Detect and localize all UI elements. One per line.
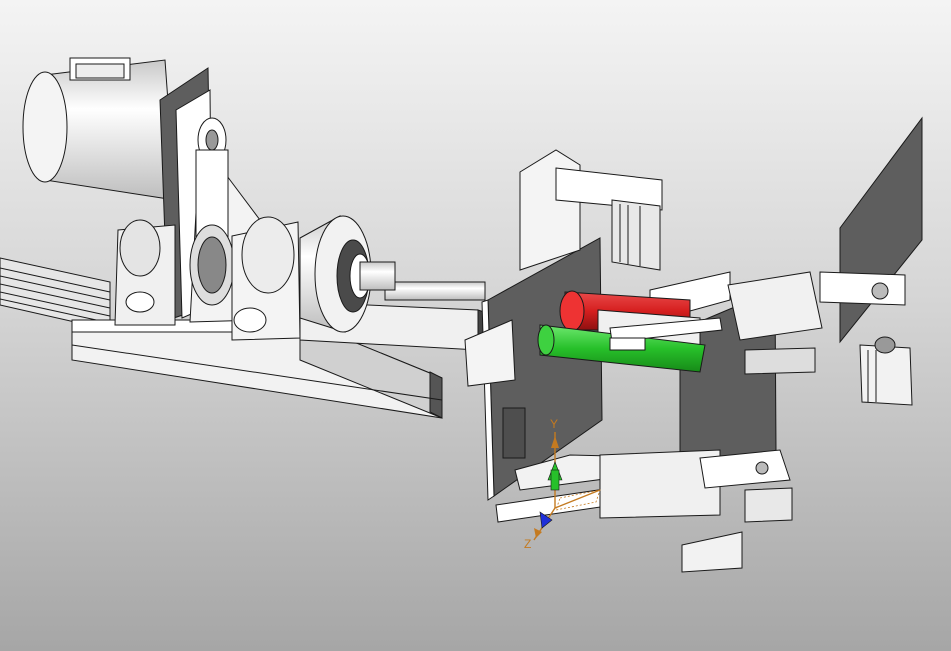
electric-motor[interactable] [22,57,176,201]
axis-label-y: Y [550,417,558,431]
pillow-block-right[interactable] [231,216,301,341]
lower-gripper-arm[interactable] [495,449,793,573]
cad-viewport[interactable]: Y Z [0,0,951,651]
pillow-block-left[interactable] [114,219,176,326]
cad-model-canvas[interactable]: Y Z [0,0,951,651]
axis-label-z: Z [524,537,531,551]
pneumatic-cylinder-right[interactable] [859,336,913,406]
linear-rail-left[interactable] [0,257,111,331]
